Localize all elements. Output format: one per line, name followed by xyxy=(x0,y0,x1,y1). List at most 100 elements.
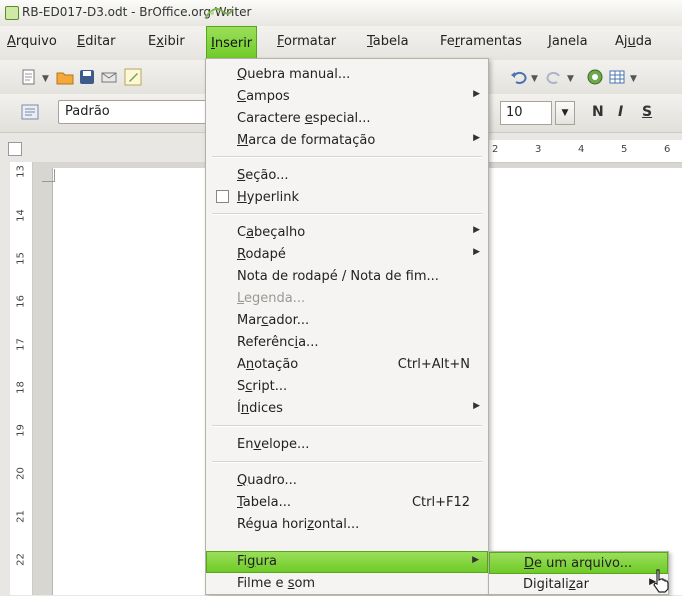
menu-item-label: Cabeçalho xyxy=(237,225,306,240)
table-icon[interactable] xyxy=(608,68,626,86)
menu-item-label: Seção... xyxy=(237,168,289,183)
ruler-label: 22 xyxy=(15,553,27,566)
ruler-label: 2 xyxy=(492,144,499,155)
menu-item-envelope[interactable]: Envelope... xyxy=(206,434,488,456)
text-boundary-corner xyxy=(42,169,55,182)
menu-item-label: Campos xyxy=(237,89,290,104)
menu-item-label: Tabela... xyxy=(237,495,291,510)
menu-janela[interactable]: Janela xyxy=(546,34,590,49)
italic-button[interactable]: I xyxy=(618,104,623,120)
menu-inserir[interactable]: Inserir xyxy=(206,26,258,60)
menu-item-label: Script... xyxy=(237,379,288,394)
menu-item-regua-horizontal[interactable]: Régua horizontal... xyxy=(206,514,488,536)
tab-stop-selector[interactable] xyxy=(8,142,22,156)
menu-item-secao[interactable]: Seção... xyxy=(206,165,488,187)
ruler-label: 13 xyxy=(15,165,27,178)
menu-item-label: Envelope... xyxy=(237,437,310,452)
menu-item-tabela[interactable]: Tabela... Ctrl+F12 xyxy=(206,492,488,514)
menu-item-label: Marca de formatação xyxy=(237,133,376,148)
menu-separator xyxy=(212,156,482,158)
horizontal-ruler[interactable]: 2 3 4 5 6 xyxy=(488,140,682,163)
new-dropdown-icon[interactable]: ▼ xyxy=(42,74,49,84)
menu-item-label: Régua horizontal... xyxy=(237,517,360,532)
ruler-label: 15 xyxy=(15,252,27,265)
menu-item-marcador[interactable]: Marcador... xyxy=(206,310,488,332)
menu-item-label: Digitalizar xyxy=(523,577,589,592)
menu-item-legenda: Legenda... xyxy=(206,288,488,310)
font-size-combo[interactable]: 10 xyxy=(500,101,552,125)
menu-item-label: Nota de rodapé / Nota de fim... xyxy=(237,269,439,284)
menu-tabela[interactable]: Tabela xyxy=(365,34,411,49)
hyperlink-checkbox-icon xyxy=(216,190,229,203)
email-icon[interactable] xyxy=(100,68,118,86)
submenu-arrow-icon: ▶ xyxy=(473,133,480,143)
font-size-dropdown-icon[interactable]: ▼ xyxy=(555,101,575,125)
menu-item-hyperlink[interactable]: Hyperlink xyxy=(206,187,488,209)
submenu-item-digitalizar[interactable]: Digitalizar ▶ xyxy=(489,574,668,596)
menu-item-anotacao[interactable]: Anotação Ctrl+Alt+N xyxy=(206,354,488,376)
menu-formatar[interactable]: Formatar xyxy=(275,34,338,49)
menu-item-cabecalho[interactable]: Cabeçalho ▶ xyxy=(206,222,488,244)
title-decoration-icon xyxy=(205,8,233,18)
menu-item-label: Legenda... xyxy=(237,291,306,306)
menu-item-script[interactable]: Script... xyxy=(206,376,488,398)
open-folder-icon[interactable] xyxy=(56,68,74,86)
submenu-arrow-icon: ▶ xyxy=(473,247,480,257)
menu-item-label: De um arquivo... xyxy=(524,556,633,571)
insert-menu: Quebra manual... Campos ▶ Caractere espec… xyxy=(205,58,489,595)
menu-separator xyxy=(212,425,482,427)
menu-item-quebra-manual[interactable]: Quebra manual... xyxy=(206,64,488,86)
ruler-label: 5 xyxy=(621,144,628,155)
submenu-arrow-icon: ▶ xyxy=(473,401,480,411)
menu-item-label: Caractere especial... xyxy=(237,111,371,126)
menu-item-caractere-especial[interactable]: Caractere especial... xyxy=(206,108,488,130)
menu-item-figura[interactable]: Figura ▶ xyxy=(206,551,488,573)
menu-item-nota-rodape[interactable]: Nota de rodapé / Nota de fim... xyxy=(206,266,488,288)
menu-ajuda[interactable]: Ajuda xyxy=(613,34,654,49)
menu-bar: Arquivo Editar Exibir Inserir Formatar T… xyxy=(0,26,682,60)
figure-submenu: De um arquivo... Digitalizar ▶ xyxy=(488,551,669,595)
menu-item-label: Quadro... xyxy=(237,473,297,488)
ruler-label: 21 xyxy=(15,510,27,523)
menu-item-label: Figura xyxy=(237,554,277,569)
menu-item-rodape[interactable]: Rodapé ▶ xyxy=(206,244,488,266)
ruler-label: 17 xyxy=(15,338,27,351)
submenu-item-de-um-arquivo[interactable]: De um arquivo... xyxy=(489,552,668,574)
title-bar: RB-ED017-D3.odt - BrOffice.org Writer xyxy=(0,0,682,27)
table-dropdown-icon[interactable]: ▼ xyxy=(630,74,637,84)
menu-item-label: Hyperlink xyxy=(237,190,300,205)
menu-item-marca-formatacao[interactable]: Marca de formatação ▶ xyxy=(206,130,488,152)
ruler-label: 19 xyxy=(15,424,27,437)
ruler-label: 20 xyxy=(15,467,27,480)
menu-item-label: Filme e som xyxy=(237,576,316,591)
ruler-label: 18 xyxy=(15,381,27,394)
redo-icon[interactable] xyxy=(545,68,563,86)
edit-mode-icon[interactable] xyxy=(124,68,142,86)
ruler-label: 16 xyxy=(15,295,27,308)
new-document-icon[interactable] xyxy=(20,68,38,86)
submenu-arrow-icon: ▶ xyxy=(472,555,479,565)
bold-button[interactable]: N xyxy=(592,104,604,120)
save-icon[interactable] xyxy=(78,68,96,86)
menu-item-campos[interactable]: Campos ▶ xyxy=(206,86,488,108)
menu-item-quadro[interactable]: Quadro... xyxy=(206,470,488,492)
ruler-label: 14 xyxy=(15,209,27,222)
menu-separator xyxy=(212,213,482,215)
menu-item-indices[interactable]: Índices ▶ xyxy=(206,398,488,420)
paragraph-style-combo[interactable]: Padrão xyxy=(58,100,208,124)
undo-dropdown-icon[interactable]: ▼ xyxy=(531,74,538,84)
menu-item-label: Índices xyxy=(237,401,283,416)
menu-ferramentas[interactable]: Ferramentas xyxy=(438,34,524,49)
vertical-ruler[interactable]: 13 14 15 16 17 18 19 20 21 22 xyxy=(10,162,33,595)
menu-exibir[interactable]: Exibir xyxy=(146,34,187,49)
underline-button[interactable]: S xyxy=(642,104,652,120)
menu-item-referencia[interactable]: Referência... xyxy=(206,332,488,354)
undo-icon[interactable] xyxy=(510,68,528,86)
ruler-label: 3 xyxy=(535,144,542,155)
navigator-icon[interactable] xyxy=(586,68,604,86)
redo-dropdown-icon[interactable]: ▼ xyxy=(567,74,574,84)
styles-formatting-icon[interactable] xyxy=(20,102,42,122)
menu-item-filme-som[interactable]: Filme e som xyxy=(206,573,488,595)
menu-editar[interactable]: Editar xyxy=(75,34,118,49)
menu-arquivo[interactable]: Arquivo xyxy=(5,34,59,49)
